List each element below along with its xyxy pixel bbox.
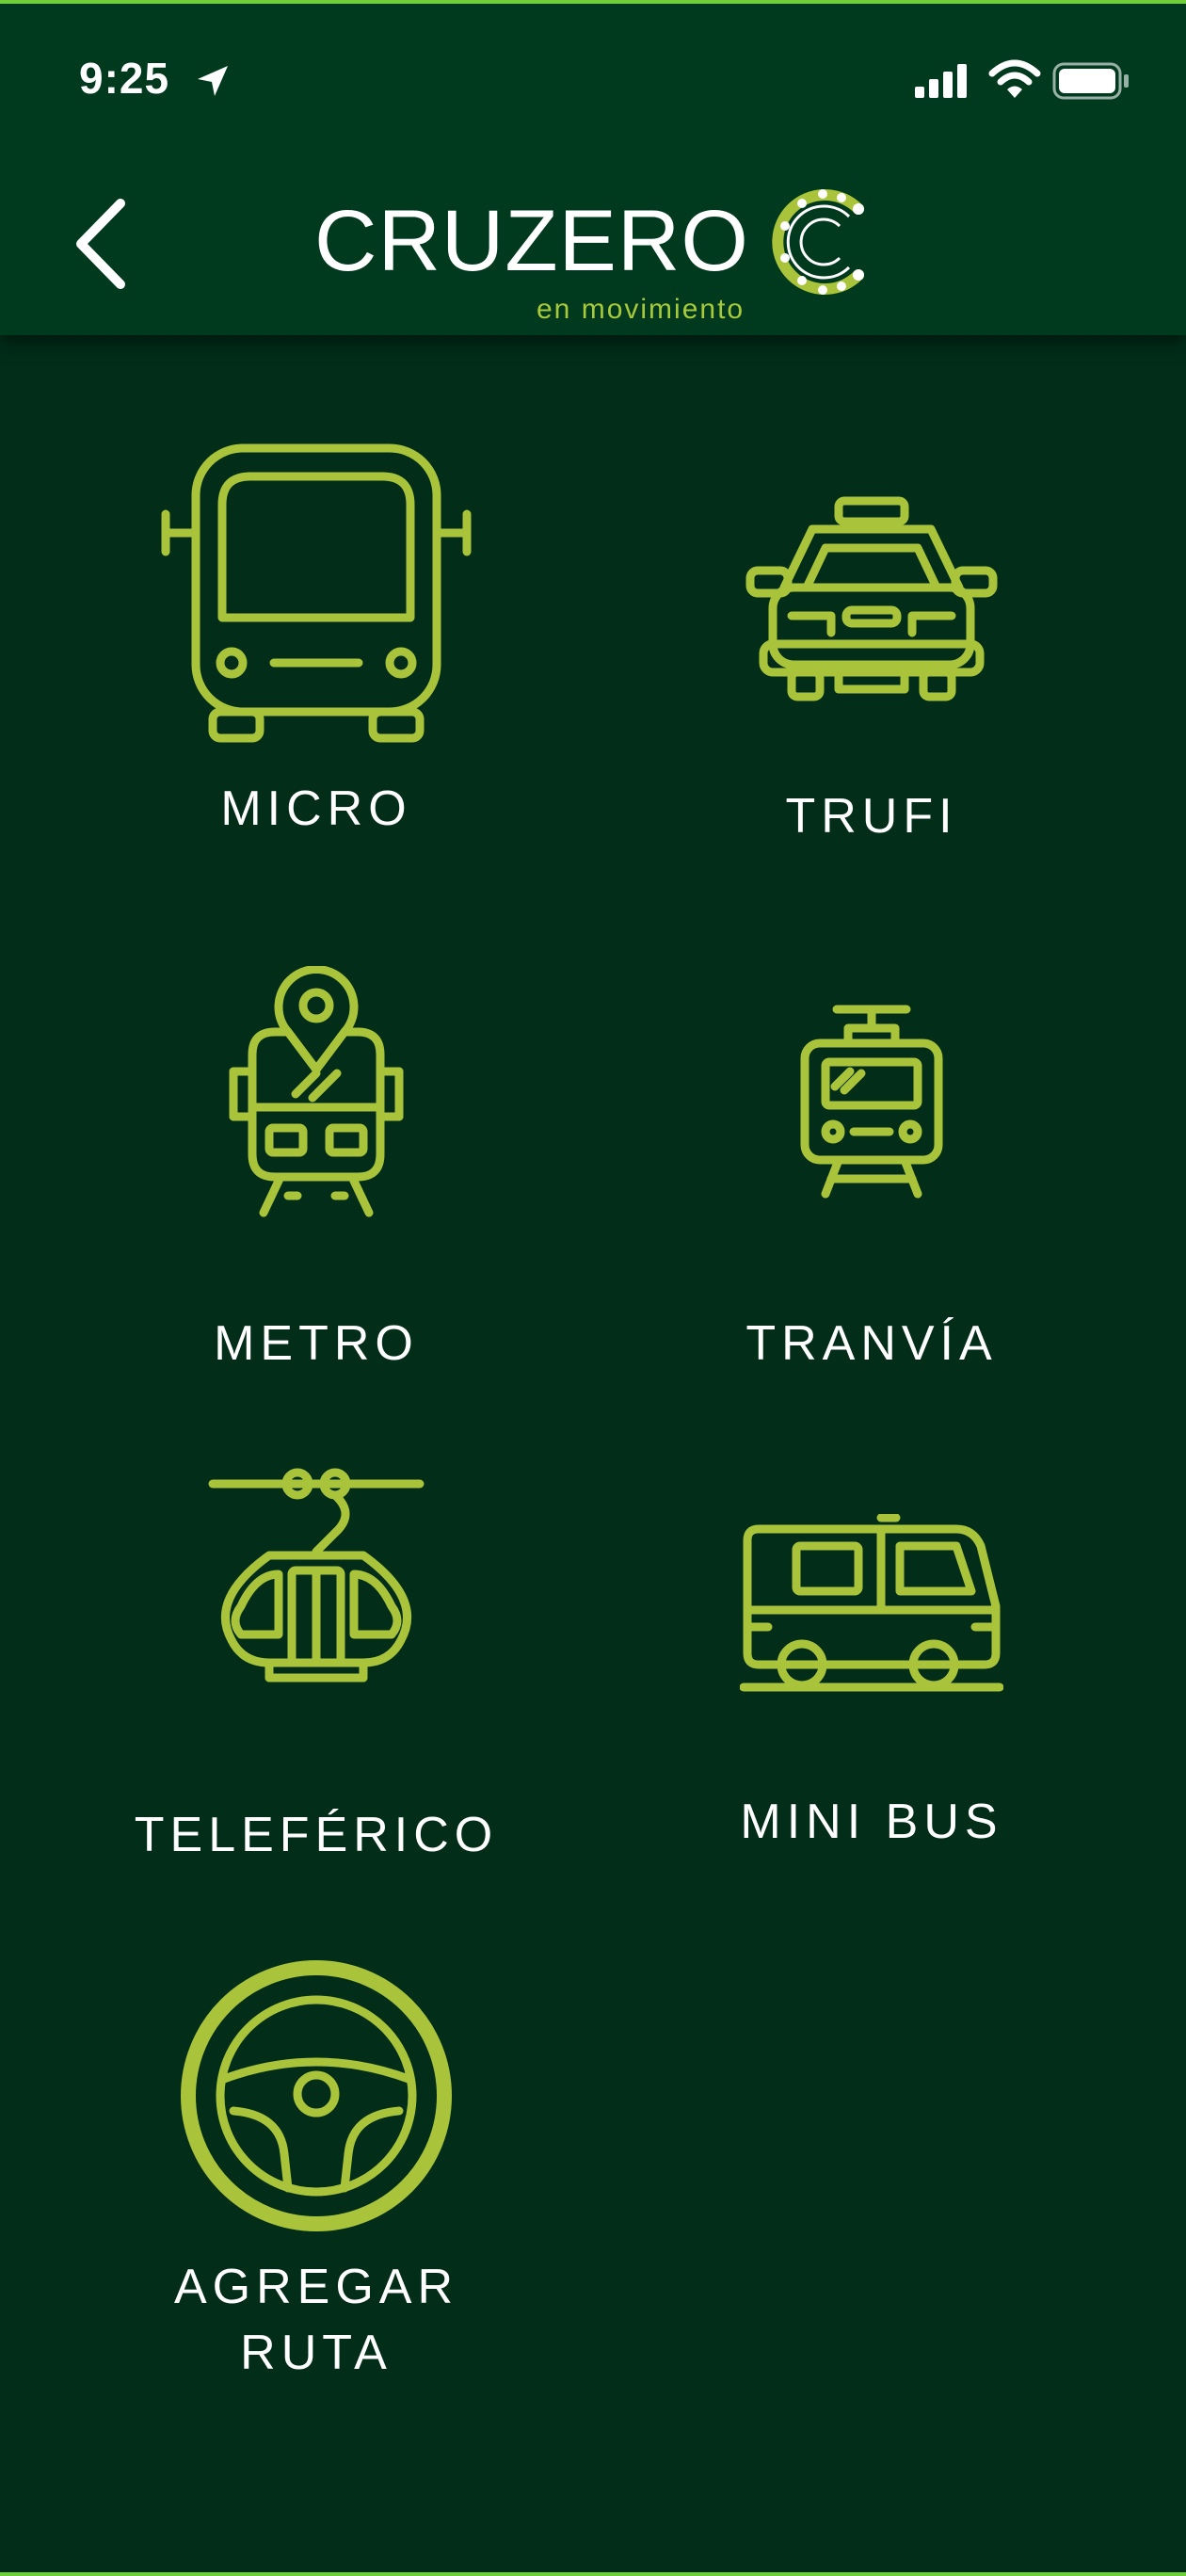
transport-option-label: MICRO <box>220 781 412 836</box>
transport-option-label: MINI BUS <box>740 1795 1003 1849</box>
transport-option-label: AGREGAR RUTA <box>173 2260 459 2380</box>
location-arrow-icon <box>198 66 228 96</box>
logo-c-mark-icon <box>772 189 864 295</box>
tram-icon <box>800 1005 943 1199</box>
add-route-option[interactable]: AGREGAR RUTA <box>119 1955 514 2386</box>
transport-option-tranvia[interactable]: TRANVÍA <box>674 1000 1069 1377</box>
taxi-icon <box>745 496 998 701</box>
transport-option-label: METRO <box>214 1316 419 1371</box>
minibus-icon <box>740 1514 1003 1692</box>
signal-icon <box>915 64 967 98</box>
bus-icon <box>161 443 472 743</box>
cruzero-logo: CRUZERO en movimiento <box>314 183 898 333</box>
cable-car-icon <box>208 1468 425 1682</box>
status-time: 9:25 <box>79 54 170 103</box>
transport-option-micro[interactable]: MICRO <box>119 439 514 842</box>
transport-option-trufi[interactable]: TRUFI <box>674 491 1069 849</box>
transport-option-metro[interactable]: METRO <box>119 966 514 1377</box>
transport-option-teleferico[interactable]: TELEFÉRICO <box>119 1461 514 1868</box>
transport-option-label: TRUFI <box>785 789 958 844</box>
screen: 9:25 CRUZERO en movimiento MICRO TRUFI M… <box>0 0 1186 2576</box>
metro-train-icon <box>229 966 404 1217</box>
app-header: 9:25 CRUZERO en movimiento <box>0 4 1186 335</box>
steering-wheel-icon <box>181 1960 452 2231</box>
back-button[interactable] <box>66 192 141 296</box>
transport-option-label: TELEFÉRICO <box>134 1808 499 1862</box>
battery-icon <box>1052 62 1129 100</box>
wifi-icon <box>988 59 1041 98</box>
logo-text: CRUZERO <box>314 193 749 289</box>
transport-option-label: TRANVÍA <box>745 1316 998 1371</box>
chevron-left-icon <box>76 199 125 289</box>
logo-subtitle: en movimiento <box>537 294 745 325</box>
transport-option-mini-bus[interactable]: MINI BUS <box>674 1514 1069 1855</box>
